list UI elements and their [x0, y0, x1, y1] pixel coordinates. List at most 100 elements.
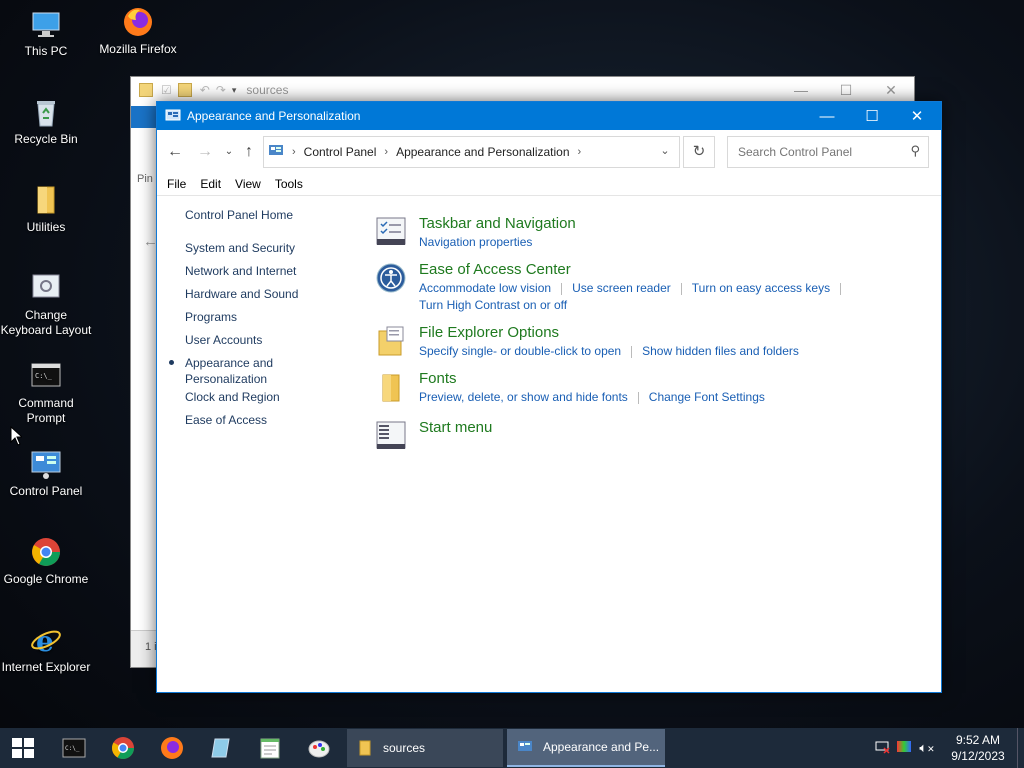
show-desktop-button[interactable] [1017, 728, 1024, 768]
link-single-double-click[interactable]: Specify single- or double-click to open [419, 344, 621, 358]
link-show-hidden-files[interactable]: Show hidden files and folders [642, 344, 799, 358]
breadcrumb-separator-icon: › [577, 146, 582, 158]
link-easy-access-keys[interactable]: Turn on easy access keys [692, 281, 830, 295]
category-title[interactable]: Taskbar and Navigation [419, 214, 935, 234]
link-navigation-properties[interactable]: Navigation properties [419, 235, 532, 249]
folder-options-icon [375, 325, 407, 357]
taskbar-window-label: Appearance and Pe... [543, 740, 660, 754]
minimize-button[interactable]: — [804, 102, 850, 130]
link-high-contrast[interactable]: Turn High Contrast on or off [419, 298, 567, 312]
address-dropdown-button[interactable]: ⌄ [653, 136, 677, 166]
chrome-icon [30, 536, 62, 568]
sidebar-item-label: Appearance and Personalization [185, 356, 274, 386]
start-button[interactable] [12, 738, 34, 758]
forward-button[interactable]: → [195, 142, 215, 162]
sidebar-item-clock-region[interactable]: Clock and Region [185, 389, 355, 412]
menu-bar: File Edit View Tools [157, 173, 941, 196]
link-preview-fonts[interactable]: Preview, delete, or show and hide fonts [419, 390, 628, 404]
sidebar-item-network[interactable]: Network and Internet [185, 263, 355, 286]
breadcrumb-control-panel[interactable]: Control Panel [304, 145, 377, 159]
search-box[interactable]: ⚲ [727, 136, 929, 168]
desktop-icon-this-pc[interactable]: This PC [0, 8, 92, 59]
clock[interactable]: 9:52 AM 9/12/2023 [939, 732, 1017, 764]
search-input[interactable] [736, 144, 900, 160]
link-divider [840, 282, 842, 295]
link-low-vision[interactable]: Accommodate low vision [419, 281, 551, 295]
sidebar-item-ease-of-access[interactable]: Ease of Access [185, 412, 355, 435]
folder-icon [357, 740, 373, 756]
desktop-icon-label: This PC [24, 44, 68, 58]
keyboard-layout-icon [30, 272, 62, 304]
sidebar-item-user-accounts[interactable]: User Accounts [185, 332, 355, 355]
category-title[interactable]: File Explorer Options [419, 323, 935, 343]
category-file-explorer-options: File Explorer Options Specify single- or… [375, 323, 935, 369]
desktop-icon-label: Control Panel [9, 484, 83, 498]
sidebar-item-programs[interactable]: Programs [185, 309, 355, 332]
control-panel-icon [30, 448, 62, 480]
desktop-icon-keyboard-layout[interactable]: Change Keyboard Layout [0, 272, 92, 338]
desktop-icon-command-prompt[interactable]: C:\_ Command Prompt [0, 360, 92, 426]
link-screen-reader[interactable]: Use screen reader [572, 281, 671, 295]
up-button[interactable]: ↑ [239, 142, 259, 162]
category-list: Taskbar and Navigation Navigation proper… [375, 214, 935, 458]
sidebar-item-appearance[interactable]: Appearance and Personalization [169, 355, 295, 389]
control-panel-window[interactable]: Appearance and Personalization — ☐ ✕ ← →… [156, 101, 942, 693]
link-divider [561, 282, 563, 295]
address-bar[interactable]: › Control Panel › Appearance and Persona… [263, 136, 680, 168]
desktop-icon-recycle-bin[interactable]: Recycle Bin [0, 96, 92, 147]
clock-date: 9/12/2023 [951, 749, 1005, 763]
taskbar: C:\_ sources Appearance and Pe... 🔈︎✕ 9:… [0, 728, 1024, 768]
sidebar: Control Panel Home System and Security N… [169, 207, 355, 435]
customize-toolbar-icon: ▾ [231, 84, 237, 95]
desktop-icon-firefox[interactable]: Mozilla Firefox [92, 6, 184, 57]
redo-icon: ↷ [215, 83, 226, 97]
refresh-button[interactable]: ↻ [683, 136, 715, 168]
category-start-menu: Start menu [375, 418, 935, 458]
window-titlebar[interactable]: Appearance and Personalization — ☐ ✕ [157, 102, 941, 130]
explorer-close-button[interactable]: ✕ [868, 77, 914, 103]
network-icon[interactable] [871, 740, 893, 757]
category-fonts: Fonts Preview, delete, or show and hide … [375, 369, 935, 418]
recent-locations-button[interactable]: ⌄ [219, 142, 239, 162]
volume-muted-icon[interactable]: 🔈︎✕ [915, 740, 939, 756]
taskbar-command-prompt-icon[interactable]: C:\_ [62, 736, 86, 760]
desktop-icon-utilities[interactable]: Utilities [0, 184, 92, 235]
desktop-icon-internet-explorer[interactable]: e Internet Explorer [0, 624, 92, 675]
desktop-icon-label: Internet Explorer [1, 660, 91, 674]
explorer-maximize-button[interactable]: ☐ [823, 77, 869, 103]
taskbar-window-sources[interactable]: sources [347, 729, 503, 767]
menu-view[interactable]: View [235, 177, 261, 191]
sidebar-item-home[interactable]: Control Panel Home [185, 207, 355, 230]
taskbar-firefox-icon[interactable] [160, 736, 184, 760]
close-button[interactable]: ✕ [894, 102, 940, 130]
desktop-icon-label: Mozilla Firefox [99, 42, 177, 56]
category-ease-of-access: Ease of Access Center Accommodate low vi… [375, 260, 935, 323]
sidebar-item-hardware[interactable]: Hardware and Sound [185, 286, 355, 309]
taskbar-notes-icon[interactable] [209, 736, 233, 760]
display-icon[interactable] [893, 740, 915, 757]
explorer-title: sources [246, 83, 289, 97]
menu-edit[interactable]: Edit [200, 177, 221, 191]
desktop-icon-control-panel[interactable]: Control Panel [0, 448, 92, 499]
menu-tools[interactable]: Tools [275, 177, 303, 191]
category-title[interactable]: Ease of Access Center [419, 260, 935, 280]
category-title[interactable]: Fonts [419, 369, 935, 389]
taskbar-window-appearance[interactable]: Appearance and Pe... [507, 729, 665, 767]
breadcrumb-appearance[interactable]: Appearance and Personalization [396, 145, 569, 159]
category-taskbar: Taskbar and Navigation Navigation proper… [375, 214, 935, 260]
taskbar-chrome-icon[interactable] [111, 736, 135, 760]
search-icon[interactable]: ⚲ [910, 143, 920, 159]
explorer-minimize-button[interactable]: — [778, 77, 824, 103]
menu-file[interactable]: File [167, 177, 186, 191]
maximize-button[interactable]: ☐ [849, 102, 895, 130]
taskbar-paint-icon[interactable] [307, 736, 331, 760]
folder-icon [30, 184, 62, 216]
link-font-settings[interactable]: Change Font Settings [649, 390, 765, 404]
link-divider [631, 345, 633, 358]
back-button[interactable]: ← [165, 142, 185, 162]
category-title[interactable]: Start menu [419, 418, 935, 438]
taskbar-notepad-icon[interactable] [258, 736, 282, 760]
svg-text:C:\_: C:\_ [65, 745, 80, 752]
desktop-icon-chrome[interactable]: Google Chrome [0, 536, 92, 587]
sidebar-item-system-security[interactable]: System and Security [185, 240, 355, 263]
